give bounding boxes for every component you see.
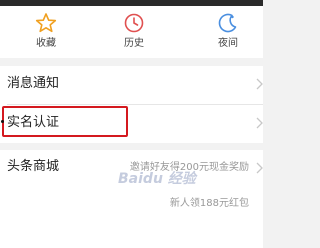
watermark-logo: Baidu 经验 bbox=[118, 171, 196, 187]
favorites-label: 收藏 bbox=[36, 38, 56, 49]
history-label: 历史 bbox=[124, 38, 144, 49]
favorites-button[interactable]: 收藏 bbox=[11, 6, 81, 58]
menu-item-newcomer[interactable]: 新人领188元红包 bbox=[0, 188, 263, 209]
mall-label: 头条商城 bbox=[7, 159, 60, 174]
star-icon bbox=[35, 13, 57, 33]
night-mode-button[interactable]: 夜间 bbox=[193, 6, 263, 58]
night-mode-label: 夜间 bbox=[218, 38, 238, 49]
quick-links-bar: 收藏 历史 夜间 bbox=[0, 6, 263, 58]
notifications-label: 消息通知 bbox=[7, 76, 60, 91]
highlight-box bbox=[2, 106, 128, 137]
chevron-right-icon bbox=[256, 78, 263, 90]
history-button[interactable]: 历史 bbox=[99, 6, 169, 58]
newcomer-promo-text: 新人领188元红包 bbox=[169, 198, 249, 209]
clock-icon bbox=[124, 13, 144, 33]
menu-item-notifications[interactable]: 消息通知 bbox=[0, 66, 263, 103]
chevron-right-icon bbox=[256, 117, 263, 129]
pointer-dot bbox=[1, 120, 4, 123]
moon-icon bbox=[218, 13, 237, 33]
chevron-right-icon bbox=[256, 162, 263, 174]
settings-group-2: 头条商城 邀请好友得200元现金奖励 新人领188元红包 bbox=[0, 150, 263, 248]
